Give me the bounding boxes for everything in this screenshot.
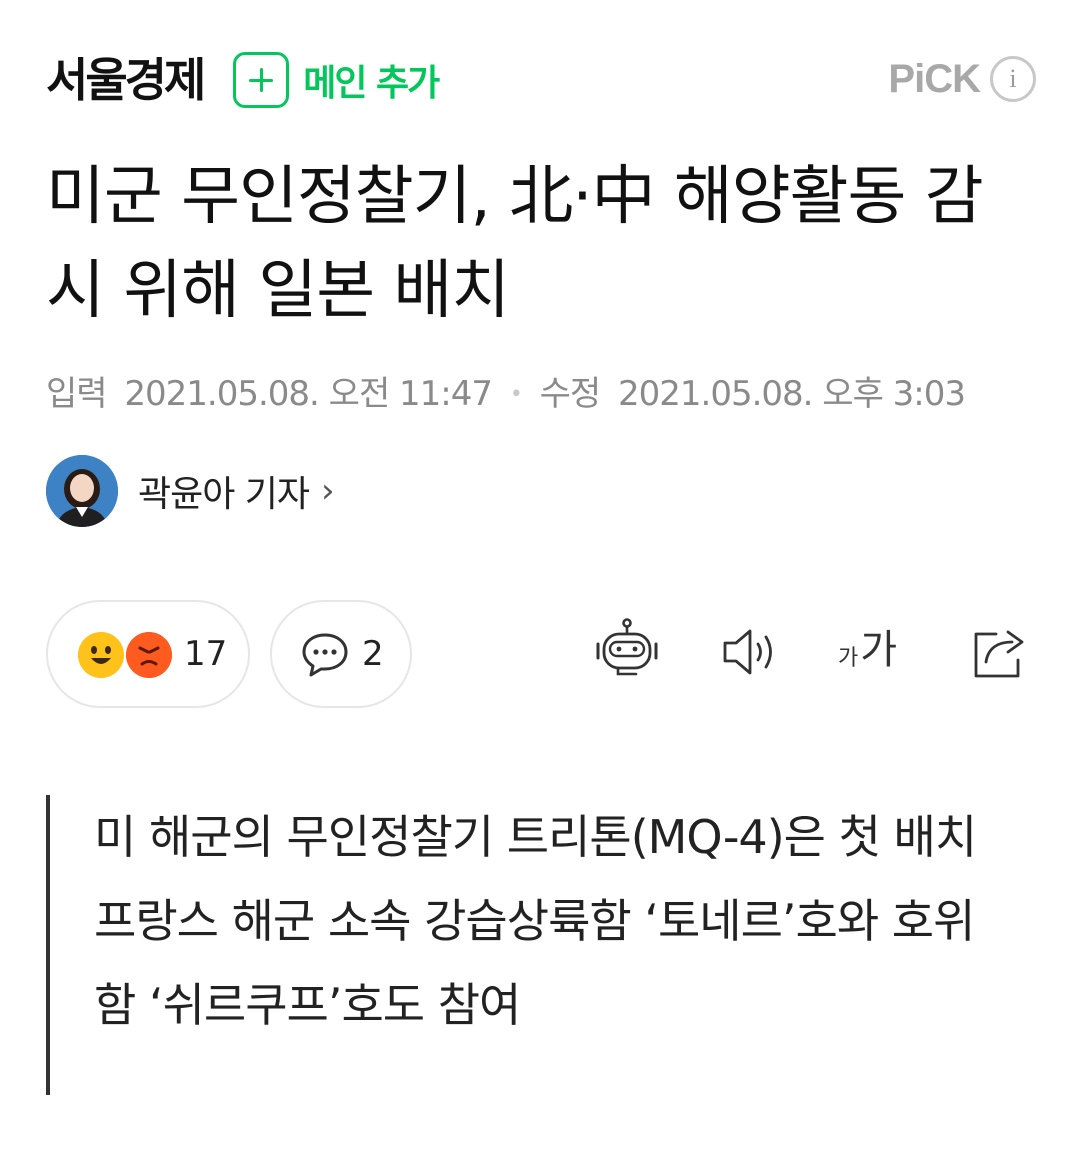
font-size-icon[interactable]: 가 가 (838, 630, 897, 670)
chevron-right-icon: › (321, 471, 335, 511)
separator-dot: • (509, 382, 523, 407)
input-time: 2021.05.08. 오전 11:47 (124, 374, 493, 414)
summary-line: 미 해군의 무인정찰기 트리톤(MQ-4)은 첫 배치 (94, 810, 977, 864)
main-add-button[interactable]: 메인 추가 (233, 52, 440, 108)
reaction-button[interactable]: 17 (46, 600, 250, 708)
edit-label: 수정 (539, 374, 602, 414)
smile-emoji-icon (78, 632, 124, 678)
pick-badge[interactable]: PiCK i (888, 56, 1036, 102)
plus-icon (233, 52, 290, 108)
edit-time: 2021.05.08. 오후 3:03 (618, 374, 966, 414)
robot-summary-icon[interactable] (594, 618, 660, 680)
input-label: 입력 (46, 374, 108, 414)
font-size-large: 가 (860, 627, 898, 673)
comment-button[interactable]: 2 (270, 600, 412, 708)
press-logo[interactable]: 서울경제 (46, 57, 206, 103)
article-page: 서울경제 메인 추가 PiCK i 미군 무인정찰기, 北·中 해양활동 감시 … (0, 0, 1080, 1160)
article-timestamps: 입력 2021.05.08. 오전 11:47 • 수정 2021.05.08.… (46, 366, 1046, 415)
summary-line: 프랑스 해군 소속 강습상륙함 ‘토네르’호와 호위함 ‘쉬르쿠프’호도 참여 (94, 894, 975, 1032)
pick-label: PiCK (888, 56, 981, 101)
reaction-count: 17 (184, 634, 228, 674)
comment-count: 2 (362, 634, 384, 674)
reporter-name: 곽윤아 기자 (138, 474, 310, 515)
reporter-link[interactable]: 곽윤아 기자 › (46, 455, 335, 527)
reporter-avatar (46, 455, 118, 527)
article-summary: 미 해군의 무인정찰기 트리톤(MQ-4)은 첫 배치 프랑스 해군 소속 강습… (46, 795, 1006, 1095)
press-header: 서울경제 메인 추가 PiCK i (46, 50, 1036, 110)
main-add-label: 메인 추가 (303, 63, 440, 104)
font-size-small: 가 (838, 646, 859, 671)
comment-bubble-icon (302, 633, 348, 677)
info-icon[interactable]: i (990, 56, 1036, 102)
angry-emoji-icon (126, 632, 172, 678)
article-headline: 미군 무인정찰기, 北·中 해양활동 감시 위해 일본 배치 (46, 160, 984, 328)
share-icon[interactable] (972, 624, 1028, 680)
speaker-icon[interactable] (722, 626, 780, 678)
